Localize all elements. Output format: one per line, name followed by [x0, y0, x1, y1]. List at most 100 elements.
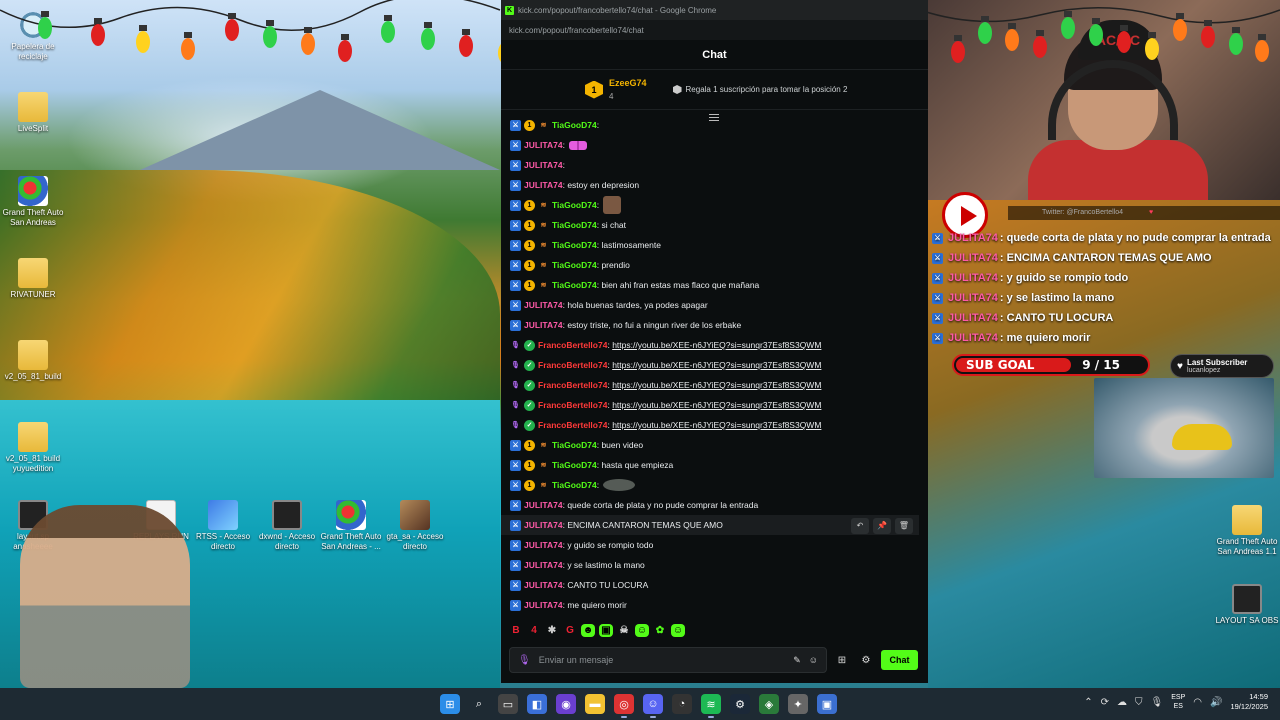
delete-icon[interactable]: 🗑 [895, 518, 913, 534]
chat-message[interactable]: ⚔ JULITA74: [510, 135, 588, 155]
chat-message[interactable]: ⚔ JULITA74: ENCIMA CANTARON TEMAS QUE AMO… [501, 515, 919, 535]
chat-message[interactable]: ⚔ JULITA74: CANTO TU LOCURA [510, 575, 648, 595]
desktop-icon[interactable]: LiveSplit [0, 92, 66, 134]
chat-message[interactable]: ⚔ JULITA74: estoy en depresion [510, 175, 639, 195]
subscriber-badge-icon[interactable]: 1 [524, 459, 535, 471]
wifi-icon[interactable]: ◠ [1193, 697, 1202, 708]
top-gifter[interactable]: EzeeG74 4 [609, 78, 647, 102]
taskbar-obs-icon[interactable]: ◉ [556, 694, 576, 714]
mod-sword-icon[interactable]: ⚔ [510, 479, 521, 491]
shield-icon[interactable]: ⛉ [1135, 697, 1143, 708]
broadcaster-mic-icon[interactable]: 🎙 [510, 340, 521, 351]
chat-message[interactable]: ⚔ JULITA74: [510, 155, 567, 175]
chat-message-list[interactable]: ⚔ 1 ≋ TiaGooD74: ⚔ JULITA74: ⚔ JULITA74: ⚔ JUL… [501, 118, 926, 616]
mod-sword-icon[interactable]: ⚔ [510, 179, 521, 191]
broadcaster-mic-icon[interactable]: 🎙 [510, 400, 521, 411]
chat-username[interactable]: FrancoBertello74 [538, 340, 607, 350]
mod-sword-icon[interactable]: ⚔ [510, 279, 521, 291]
reply-icon[interactable]: ↶ [851, 518, 869, 534]
gift-badge-icon[interactable]: ≋ [538, 200, 549, 211]
desktop-icon[interactable]: Grand Theft Auto San Andreas - ... [318, 500, 384, 552]
broadcaster-mic-icon[interactable]: 🎙 [510, 420, 521, 431]
gift-badge-icon[interactable]: ≋ [538, 260, 549, 271]
chat-username[interactable]: TiaGooD74 [552, 260, 597, 270]
chat-username[interactable]: JULITA74 [524, 300, 563, 310]
chat-message[interactable]: ⚔ JULITA74: y se lastimo la mano [510, 555, 645, 575]
mod-sword-icon[interactable]: ⚔ [510, 199, 521, 211]
mod-sword-icon[interactable]: ⚔ [510, 239, 521, 251]
verified-icon[interactable]: ✓ [524, 419, 535, 431]
subscriber-badge-icon[interactable]: 1 [524, 259, 535, 271]
chat-message[interactable]: ⚔ JULITA74: estoy triste, no fui a ningun… [510, 315, 741, 335]
chat-message[interactable]: ⚔ JULITA74: quede corta de plata y no pud… [510, 495, 758, 515]
taskbar-search-icon[interactable]: ⌕ [469, 694, 489, 714]
taskbar-misc-icon[interactable]: ✦ [788, 694, 808, 714]
mod-sword-icon[interactable]: ⚔ [510, 439, 521, 451]
chat-username[interactable]: FrancoBertello74 [538, 360, 607, 370]
gift-badge-icon[interactable]: ≋ [538, 240, 549, 251]
verified-icon[interactable]: ✓ [524, 339, 535, 351]
chat-username[interactable]: TiaGooD74 [552, 120, 597, 130]
mod-sword-icon[interactable]: ⚔ [510, 599, 521, 611]
taskbar-chrome-icon[interactable]: ◎ [614, 694, 634, 718]
chat-message[interactable]: ⚔ 1 ≋ TiaGooD74: bien ahi fran estas mas fl… [510, 275, 759, 295]
address-bar[interactable]: kick.com/popout/francobertello74/chat [501, 20, 928, 40]
mod-sword-icon[interactable]: ⚔ [510, 139, 521, 151]
settings-gear-icon[interactable]: ⚙ [857, 655, 875, 666]
chat-username[interactable]: JULITA74 [524, 560, 563, 570]
desktop-icon[interactable]: RIVATUNER [0, 258, 66, 300]
mod-sword-icon[interactable]: ⚔ [510, 539, 521, 551]
desktop-icon[interactable]: Papelera de reciclaje [0, 10, 66, 62]
desktop-icon[interactable]: Grand Theft Auto San Andreas 1.1 [1214, 505, 1280, 557]
desktop-icon[interactable]: v2_05_81_build [0, 340, 66, 382]
emote-spider-icon[interactable]: ✱ [545, 624, 559, 637]
emote-4-icon[interactable]: 4 [527, 624, 541, 637]
chat-message[interactable]: 🎙 ✓ FrancoBertello74: https://youtu.be/XEE… [510, 375, 821, 395]
chat-username[interactable]: TiaGooD74 [552, 220, 597, 230]
send-chat-button[interactable]: Chat [881, 650, 918, 670]
mod-sword-icon[interactable]: ⚔ [510, 459, 521, 471]
microphone-icon[interactable]: 🎙 [518, 655, 531, 666]
taskbar-monitor-icon[interactable]: ▣ [817, 694, 837, 714]
chat-username[interactable]: TiaGooD74 [552, 440, 597, 450]
chat-message-link[interactable]: https://youtu.be/XEE-n6JYiEQ?si=sunqr37E… [612, 420, 821, 430]
chat-username[interactable]: TiaGooD74 [552, 460, 597, 470]
desktop-icon[interactable]: gta_sa - Acceso directo [382, 500, 448, 552]
gift-badge-icon[interactable]: ≋ [538, 480, 549, 491]
mod-sword-icon[interactable]: ⚔ [510, 159, 521, 171]
broadcaster-mic-icon[interactable]: 🎙 [510, 360, 521, 371]
taskbar-taskview-icon[interactable]: ▭ [498, 694, 518, 714]
subscriber-badge-icon[interactable]: 1 [524, 199, 535, 211]
taskbar-start-icon[interactable]: ⊞ [440, 694, 460, 714]
subscriber-badge-icon[interactable]: 1 [524, 239, 535, 251]
desktop-icon[interactable]: v2_05_81 build yuyuedition [0, 422, 66, 474]
language-indicator[interactable]: ESP ES [1171, 693, 1185, 711]
desktop-icon[interactable]: LAYOUT SA OBS [1214, 584, 1280, 626]
chat-message-input[interactable]: 🎙 Enviar un mensaje ✎ ☺ [509, 647, 827, 673]
top-gifter-bar[interactable]: 1 EzeeG74 4 Regala 1 suscripción para to… [501, 70, 928, 110]
subscriber-badge-icon[interactable]: 1 [524, 479, 535, 491]
chat-message[interactable]: ⚔ 1 ≋ TiaGooD74: [510, 195, 622, 215]
chat-username[interactable]: JULITA74 [524, 180, 563, 190]
chat-username[interactable]: TiaGooD74 [552, 280, 597, 290]
chat-username[interactable]: JULITA74 [524, 580, 563, 590]
taskbar-explorer-icon[interactable]: ▬ [585, 694, 605, 714]
chat-message[interactable]: 🎙 ✓ FrancoBertello74: https://youtu.be/XEE… [510, 395, 821, 415]
clock[interactable]: 14:59 19/12/2025 [1230, 692, 1268, 712]
taskbar-spotify-icon[interactable]: ≋ [701, 694, 721, 718]
chat-message[interactable]: ⚔ 1 ≋ TiaGooD74: prendio [510, 255, 630, 275]
taskbar-gta-icon[interactable]: ◈ [759, 694, 779, 714]
chat-message[interactable]: ⚔ 1 ≋ TiaGooD74: buen video [510, 435, 643, 455]
gift-badge-icon[interactable]: ≋ [538, 280, 549, 291]
network-icon[interactable]: ⟳ [1101, 697, 1109, 708]
subscriber-badge-icon[interactable]: 1 [524, 219, 535, 231]
chat-message[interactable]: ⚔ JULITA74: y guido se rompio todo [510, 535, 653, 555]
chat-username[interactable]: FrancoBertello74 [538, 420, 607, 430]
broadcaster-mic-icon[interactable]: 🎙 [510, 380, 521, 391]
emote-frog-icon[interactable]: ☺ [635, 624, 649, 637]
chat-username[interactable]: FrancoBertello74 [538, 400, 607, 410]
chat-message-link[interactable]: https://youtu.be/XEE-n6JYiEQ?si=sunqr37E… [612, 360, 821, 370]
verified-icon[interactable]: ✓ [524, 399, 535, 411]
chat-message[interactable]: 🎙 ✓ FrancoBertello74: https://youtu.be/XEE… [510, 335, 821, 355]
mod-sword-icon[interactable]: ⚔ [510, 579, 521, 591]
